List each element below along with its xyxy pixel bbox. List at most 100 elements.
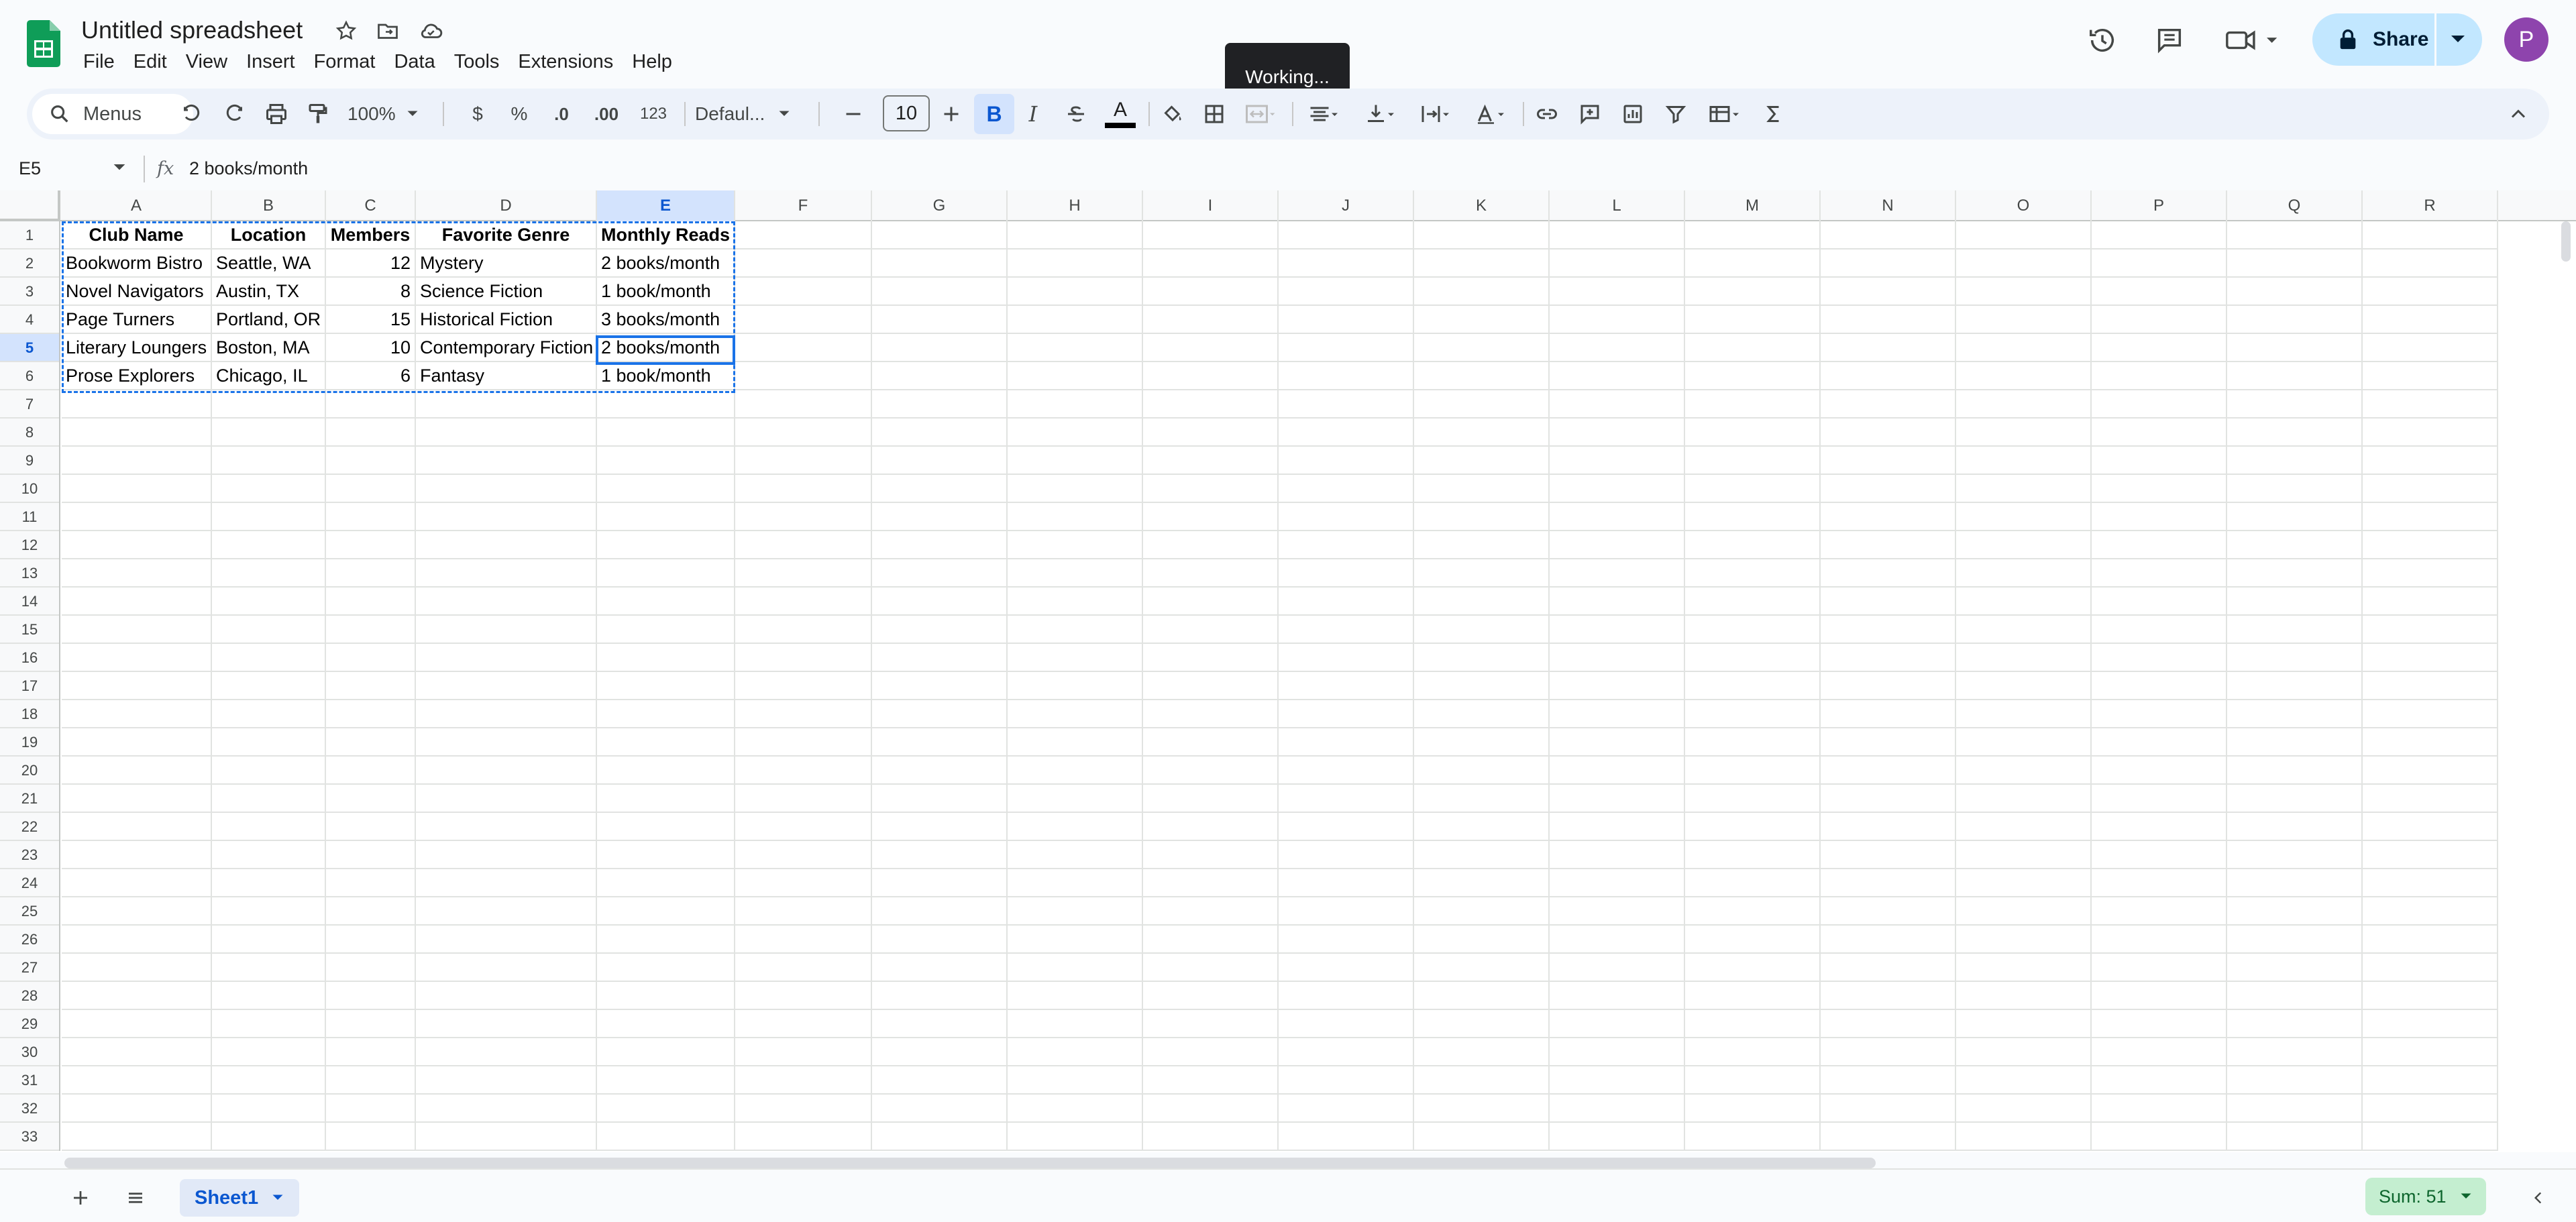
cell[interactable]	[872, 334, 1008, 362]
cell[interactable]	[416, 785, 597, 813]
cell[interactable]	[212, 728, 326, 757]
cell[interactable]	[1414, 390, 1550, 419]
cell[interactable]	[1821, 390, 1956, 419]
cell[interactable]	[735, 644, 872, 672]
cell[interactable]	[326, 1010, 416, 1038]
column-header-a[interactable]: A	[62, 190, 212, 221]
cell[interactable]	[1685, 1038, 1821, 1066]
cell[interactable]	[1821, 728, 1956, 757]
cell[interactable]	[1414, 1123, 1550, 1151]
cell[interactable]	[62, 1095, 212, 1123]
cell[interactable]	[416, 1123, 597, 1151]
menu-help[interactable]: Help	[623, 47, 682, 76]
cell[interactable]	[872, 531, 1008, 559]
row-header[interactable]: 8	[0, 419, 59, 447]
cell[interactable]	[872, 841, 1008, 869]
cell[interactable]	[1956, 757, 2092, 785]
cell[interactable]	[2092, 419, 2227, 447]
cell[interactable]: 2 books/month	[597, 334, 735, 362]
cell[interactable]	[1143, 757, 1279, 785]
cell[interactable]	[212, 588, 326, 616]
cell[interactable]	[872, 897, 1008, 926]
insert-comment-icon[interactable]	[1574, 98, 1606, 130]
cell[interactable]	[597, 616, 735, 644]
cell[interactable]	[872, 869, 1008, 897]
cell[interactable]	[1279, 954, 1414, 982]
cell[interactable]	[416, 897, 597, 926]
cell[interactable]	[212, 672, 326, 700]
cell[interactable]	[212, 757, 326, 785]
cell[interactable]	[735, 390, 872, 419]
cell[interactable]	[1550, 334, 1685, 362]
cell[interactable]	[1956, 841, 2092, 869]
cell[interactable]	[735, 982, 872, 1010]
cell[interactable]	[1956, 982, 2092, 1010]
chevron-down-icon[interactable]	[113, 161, 126, 174]
cell[interactable]	[1956, 221, 2092, 249]
cell[interactable]	[2363, 1010, 2498, 1038]
cell[interactable]	[2227, 1095, 2363, 1123]
cell[interactable]	[2227, 390, 2363, 419]
cell[interactable]	[212, 954, 326, 982]
cell[interactable]	[2363, 954, 2498, 982]
cell[interactable]	[1956, 644, 2092, 672]
cell[interactable]	[1008, 841, 1143, 869]
row-header[interactable]: 32	[0, 1095, 59, 1123]
cell[interactable]: 10	[326, 334, 416, 362]
cell[interactable]	[1550, 588, 1685, 616]
cell[interactable]	[1685, 419, 1821, 447]
cell[interactable]	[2363, 1038, 2498, 1066]
cell[interactable]	[62, 1066, 212, 1095]
cell[interactable]	[212, 1095, 326, 1123]
cell[interactable]	[1414, 700, 1550, 728]
row-header[interactable]: 16	[0, 644, 59, 672]
cell[interactable]	[1685, 1123, 1821, 1151]
cell[interactable]	[1956, 362, 2092, 390]
cell[interactable]	[1956, 447, 2092, 475]
cell[interactable]	[2363, 221, 2498, 249]
cell[interactable]	[1685, 757, 1821, 785]
column-header-g[interactable]: G	[872, 190, 1008, 221]
cell[interactable]	[2092, 249, 2227, 278]
cell[interactable]	[597, 841, 735, 869]
cell[interactable]	[735, 1038, 872, 1066]
cell[interactable]	[1279, 447, 1414, 475]
cell[interactable]	[1550, 221, 1685, 249]
cell[interactable]	[1143, 728, 1279, 757]
cell[interactable]	[872, 644, 1008, 672]
cell[interactable]	[2363, 334, 2498, 362]
cell[interactable]	[1685, 785, 1821, 813]
cell[interactable]	[1821, 475, 1956, 503]
cell[interactable]	[1956, 813, 2092, 841]
cell[interactable]	[2092, 926, 2227, 954]
cell[interactable]	[326, 1038, 416, 1066]
cell[interactable]	[1008, 1123, 1143, 1151]
cell[interactable]	[597, 1066, 735, 1095]
cell[interactable]	[1821, 672, 1956, 700]
cell[interactable]	[1414, 503, 1550, 531]
cell[interactable]	[1008, 728, 1143, 757]
cell[interactable]	[1279, 1095, 1414, 1123]
cell[interactable]	[1414, 926, 1550, 954]
cell[interactable]	[735, 757, 872, 785]
cell[interactable]	[1414, 616, 1550, 644]
cell[interactable]	[597, 813, 735, 841]
cell[interactable]	[2363, 841, 2498, 869]
cell[interactable]	[1685, 728, 1821, 757]
cell[interactable]: Science Fiction	[416, 278, 597, 306]
cell[interactable]: 1 book/month	[597, 362, 735, 390]
cell[interactable]	[1685, 1010, 1821, 1038]
cell[interactable]	[1279, 503, 1414, 531]
cell[interactable]: Location	[212, 221, 326, 249]
cell[interactable]	[2227, 334, 2363, 362]
cell[interactable]	[2092, 757, 2227, 785]
cell[interactable]	[212, 447, 326, 475]
cell[interactable]	[326, 503, 416, 531]
cell[interactable]	[597, 447, 735, 475]
cell[interactable]	[416, 419, 597, 447]
cell[interactable]	[1685, 869, 1821, 897]
cell[interactable]	[62, 785, 212, 813]
cell[interactable]	[1279, 362, 1414, 390]
menu-insert[interactable]: Insert	[237, 47, 305, 76]
cell[interactable]	[2092, 362, 2227, 390]
